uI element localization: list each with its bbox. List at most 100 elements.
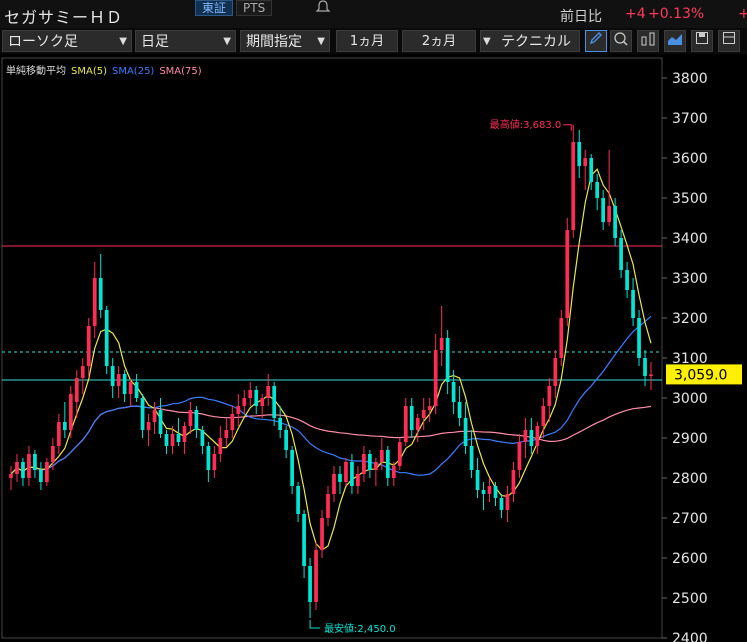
candle-body — [146, 422, 151, 430]
candle-body — [601, 198, 606, 222]
candle-body — [637, 318, 641, 358]
candle-body — [649, 374, 653, 376]
change-overflow: +0 — [738, 6, 747, 22]
range-2m-button[interactable]: 2ヵ月 — [402, 30, 476, 52]
tab-tse[interactable]: 東証 — [195, 0, 234, 16]
candle-body — [74, 378, 79, 402]
candle-body — [122, 374, 127, 394]
candle-body — [469, 446, 474, 470]
range-1m-button[interactable]: 1ヵ月 — [336, 30, 398, 52]
candle-body — [45, 462, 49, 482]
candle-body — [164, 434, 169, 446]
chart-type-select[interactable]: ローソク足 ▼ — [2, 30, 132, 52]
y-tick-label: 2900 — [672, 431, 708, 447]
candle-body — [128, 382, 133, 394]
candle-body — [368, 454, 372, 470]
period-label: 期間指定 — [246, 34, 302, 50]
layout-icon[interactable] — [718, 30, 740, 52]
technical-label: テクニカル — [501, 34, 571, 50]
chevron-down-icon: ▼ — [317, 36, 325, 47]
candle-body — [62, 422, 67, 430]
candle-body — [206, 446, 211, 470]
low-price-label: 最安値:2,450.0 — [324, 622, 396, 635]
candle-body — [547, 386, 552, 406]
candle-body — [200, 430, 205, 446]
candle-body — [242, 398, 247, 406]
candle-body — [272, 386, 277, 418]
high-price-marker — [563, 124, 572, 131]
candle-body — [415, 418, 420, 430]
candle-body — [236, 406, 241, 414]
candle-body — [607, 206, 611, 222]
candle-body — [248, 390, 253, 398]
candle-body — [182, 426, 187, 442]
candle-body — [266, 386, 271, 398]
y-tick-label: 3600 — [672, 151, 708, 167]
save-icon[interactable] — [691, 30, 713, 52]
candle-body — [385, 450, 390, 478]
period-select[interactable]: 期間指定 ▼ — [240, 30, 330, 52]
candle-body — [475, 470, 480, 490]
candle-body — [577, 142, 582, 166]
candle-body — [409, 406, 414, 430]
candle-body — [523, 430, 528, 442]
candle-body — [457, 402, 462, 418]
candle-body — [110, 366, 115, 386]
pencil-icon[interactable] — [585, 30, 607, 52]
legend-title: 単純移動平均 — [6, 66, 66, 77]
change-abs: +4 — [625, 6, 646, 22]
bell-icon[interactable] — [313, 0, 333, 14]
tab-pts[interactable]: PTS — [236, 0, 273, 16]
out-icon[interactable] — [637, 30, 659, 52]
candle-body — [314, 550, 318, 602]
candle-body — [631, 290, 635, 318]
high-price-label: 最高値:3,683.0 — [490, 118, 562, 131]
legend-sma25: SMA(25) — [111, 66, 155, 77]
candle-body — [445, 338, 450, 382]
candle-body — [15, 462, 19, 474]
candle-body — [290, 450, 294, 486]
y-tick-label: 2400 — [672, 631, 708, 642]
legend-sma75: SMA(75) — [159, 66, 202, 77]
candle-body — [571, 142, 576, 230]
candle-body — [487, 486, 492, 494]
candle-body — [463, 418, 468, 446]
candle-body — [553, 358, 558, 386]
candle-body — [254, 390, 259, 406]
candle-body — [308, 566, 312, 602]
candle-body — [338, 474, 342, 482]
candle-body — [320, 518, 324, 550]
candle-body — [619, 238, 623, 270]
candle-body — [595, 182, 600, 198]
candle-body — [350, 462, 354, 486]
candlestick-chart[interactable]: 2400250026002700280029003000310032003300… — [0, 56, 747, 642]
candle-body — [98, 278, 103, 310]
candle-body — [92, 278, 97, 326]
chart-type-label: ローソク足 — [8, 34, 78, 50]
y-tick-label: 3200 — [672, 311, 708, 327]
interval-select[interactable]: 日足 ▼ — [135, 30, 236, 52]
change-label: 前日比 — [560, 9, 602, 25]
candle-body — [421, 410, 426, 418]
candle-body — [152, 410, 157, 422]
technical-select[interactable]: ▼ テクニカル — [480, 30, 580, 52]
candle-body — [505, 494, 510, 510]
count-icon[interactable] — [610, 30, 632, 52]
area-chart-icon[interactable] — [664, 30, 686, 52]
candle-body — [535, 426, 540, 446]
candle-body — [104, 310, 109, 366]
y-tick-label: 2800 — [672, 471, 708, 487]
y-tick-label: 3000 — [672, 391, 708, 407]
candle-body — [278, 418, 283, 430]
candle-body — [296, 486, 300, 514]
candle-body — [188, 410, 193, 426]
candle-body — [481, 490, 486, 494]
low-price-marker — [309, 620, 321, 629]
candle-body — [427, 406, 432, 410]
candle-body — [439, 338, 444, 350]
candle-body — [589, 158, 594, 182]
change-pct: +0.13% — [648, 6, 705, 22]
candle-body — [140, 398, 145, 430]
candle-body — [391, 466, 396, 478]
candle-body — [362, 454, 366, 474]
